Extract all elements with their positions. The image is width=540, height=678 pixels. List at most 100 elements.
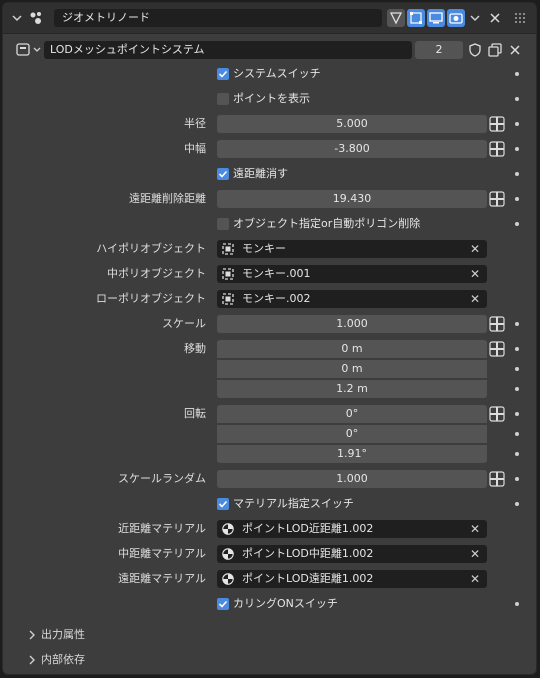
near-material-value: ポイントLOD近距離1.002 xyxy=(242,522,374,535)
keyframe-grid-icon[interactable] xyxy=(489,141,505,157)
translation-y-value: 0 m xyxy=(341,362,363,375)
socket-dot xyxy=(515,172,519,176)
far-delete-label: 遠距離消す xyxy=(233,167,288,180)
translation-z-field[interactable]: 1.2 m xyxy=(217,380,487,398)
object-icon xyxy=(222,293,234,305)
material-icon xyxy=(222,523,234,535)
mid-poly-object-value: モンキー.001 xyxy=(242,267,311,280)
socket-dot xyxy=(515,222,519,226)
modifier-header: ジオメトリノード xyxy=(3,3,536,34)
radius-label: 半径 xyxy=(184,117,206,130)
render-display-icon[interactable] xyxy=(447,9,465,30)
material-icon xyxy=(222,548,234,560)
high-poly-object-field[interactable]: モンキー ✕ xyxy=(217,240,487,258)
clear-x-icon[interactable]: ✕ xyxy=(469,240,481,258)
material-icon xyxy=(222,573,234,585)
socket-dot xyxy=(515,412,519,416)
rotation-y-value: 0° xyxy=(345,427,359,440)
rotation-x-field[interactable]: 0° xyxy=(217,405,487,423)
mid-width-field[interactable]: -3.800 xyxy=(217,140,487,158)
low-poly-object-field[interactable]: モンキー.002 ✕ xyxy=(217,290,487,308)
object-or-auto-delete-checkbox[interactable] xyxy=(217,218,229,230)
subpanel-internal-dependencies-label: 内部依存 xyxy=(41,653,85,666)
rotation-z-field[interactable]: 1.91° xyxy=(217,445,487,463)
mid-material-field[interactable]: ポイントLOD中距離1.002 ✕ xyxy=(217,545,487,563)
socket-dot xyxy=(515,147,519,151)
clear-x-icon[interactable]: ✕ xyxy=(469,265,481,283)
modifier-name-field[interactable]: LODメッシュポイントシステム xyxy=(44,41,412,59)
mid-material-label: 中距離マテリアル xyxy=(118,547,206,560)
chevron-right-icon xyxy=(29,630,35,640)
dropdown-chevron-icon[interactable] xyxy=(469,12,481,27)
clear-x-icon[interactable]: ✕ xyxy=(469,290,481,308)
socket-dot xyxy=(515,197,519,201)
clear-x-icon[interactable]: ✕ xyxy=(469,570,481,588)
translation-z-value: 1.2 m xyxy=(336,382,368,395)
node-group-name-field[interactable]: ジオメトリノード xyxy=(54,9,382,27)
keyframe-grid-icon[interactable] xyxy=(489,471,505,487)
far-material-value: ポイントLOD遠距離1.002 xyxy=(242,572,374,585)
socket-dot xyxy=(515,322,519,326)
translation-y-field[interactable]: 0 m xyxy=(217,360,487,378)
high-poly-object-value: モンキー xyxy=(242,242,286,255)
socket-dot xyxy=(515,502,519,506)
translation-x-field[interactable]: 0 m xyxy=(217,340,487,358)
user-count[interactable]: 2 xyxy=(415,41,463,59)
mid-poly-object-field[interactable]: モンキー.001 ✕ xyxy=(217,265,487,283)
node-group-name: ジオメトリノード xyxy=(62,11,150,24)
keyframe-grid-icon[interactable] xyxy=(489,116,505,132)
socket-dot xyxy=(515,347,519,351)
socket-dot xyxy=(515,97,519,101)
scale-random-field[interactable]: 1.000 xyxy=(217,470,487,488)
keyframe-grid-icon[interactable] xyxy=(489,341,505,357)
fake-user-shield-icon[interactable] xyxy=(467,42,483,61)
far-delete-distance-value: 19.430 xyxy=(332,192,372,205)
geometry-nodes-icon xyxy=(29,11,45,28)
socket-dot xyxy=(515,452,519,456)
show-points-checkbox[interactable] xyxy=(217,93,229,105)
collapse-chevron-icon[interactable] xyxy=(11,12,23,27)
socket-dot xyxy=(515,122,519,126)
socket-dot xyxy=(515,72,519,76)
show-on-cage-icon[interactable] xyxy=(407,9,425,30)
keyframe-grid-icon[interactable] xyxy=(489,316,505,332)
checkmark-icon xyxy=(218,500,228,508)
socket-dot xyxy=(515,432,519,436)
socket-dot xyxy=(515,367,519,371)
clear-x-icon[interactable]: ✕ xyxy=(469,520,481,538)
rotation-y-field[interactable]: 0° xyxy=(217,425,487,443)
subpanel-internal-dependencies[interactable]: 内部依存 xyxy=(3,650,533,670)
viewport-display-icon[interactable] xyxy=(427,9,445,30)
far-delete-distance-field[interactable]: 19.430 xyxy=(217,190,487,208)
radius-value: 5.000 xyxy=(336,117,368,130)
system-switch-label: システムスイッチ xyxy=(233,67,321,80)
far-material-label: 遠距離マテリアル xyxy=(118,572,206,585)
far-delete-checkbox[interactable] xyxy=(217,168,229,180)
close-icon[interactable] xyxy=(489,12,501,27)
mid-material-value: ポイントLOD中距離1.002 xyxy=(242,547,374,560)
far-delete-distance-label: 遠距離削除距離 xyxy=(129,192,206,205)
translation-x-value: 0 m xyxy=(341,342,363,355)
browse-node-group-icon[interactable] xyxy=(15,41,43,62)
scale-value: 1.000 xyxy=(336,317,368,330)
far-material-field[interactable]: ポイントLOD遠距離1.002 ✕ xyxy=(217,570,487,588)
show-points-label: ポイントを表示 xyxy=(233,92,310,105)
system-switch-checkbox[interactable] xyxy=(217,68,229,80)
scale-label: スケール xyxy=(162,317,206,330)
keyframe-grid-icon[interactable] xyxy=(489,191,505,207)
rotation-z-value: 1.91° xyxy=(337,447,367,460)
duplicate-icon[interactable] xyxy=(487,42,503,61)
scale-field[interactable]: 1.000 xyxy=(217,315,487,333)
rotation-x-value: 0° xyxy=(345,407,359,420)
socket-dot xyxy=(515,477,519,481)
keyframe-grid-icon[interactable] xyxy=(489,406,505,422)
clear-x-icon[interactable]: ✕ xyxy=(469,545,481,563)
unlink-close-icon[interactable] xyxy=(508,43,522,60)
near-material-field[interactable]: ポイントLOD近距離1.002 ✕ xyxy=(217,520,487,538)
drag-handle-icon[interactable] xyxy=(515,13,527,26)
culling-switch-checkbox[interactable] xyxy=(217,598,229,610)
subpanel-output-attributes[interactable]: 出力属性 xyxy=(3,625,533,645)
material-switch-checkbox[interactable] xyxy=(217,498,229,510)
edit-mode-toggle-icon[interactable] xyxy=(387,9,405,30)
radius-field[interactable]: 5.000 xyxy=(217,115,487,133)
